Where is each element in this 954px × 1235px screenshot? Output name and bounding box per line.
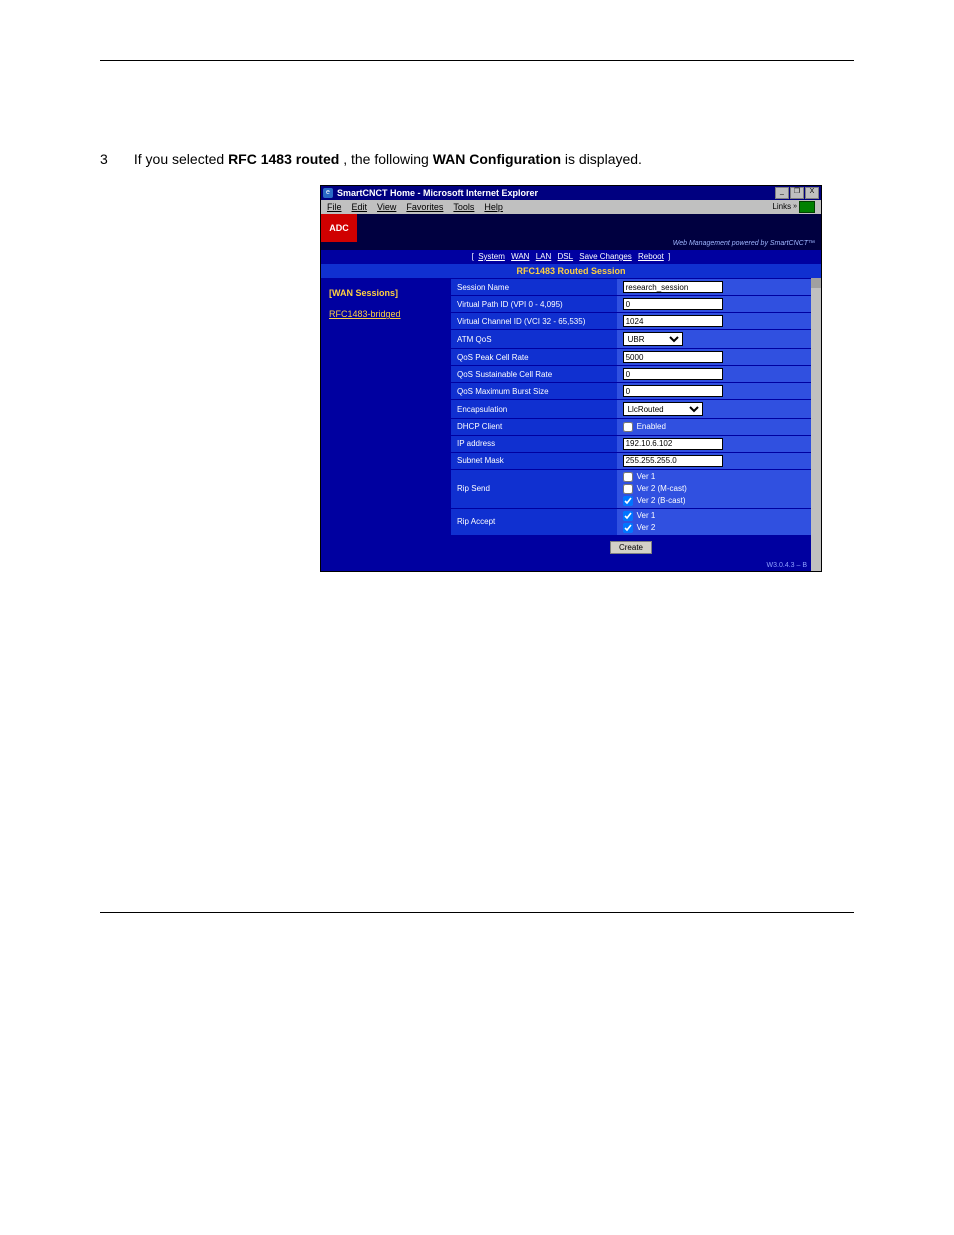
sidebar-sessions-head[interactable]: [WAN Sessions]: [329, 288, 443, 299]
input-subnet-mask[interactable]: [623, 455, 723, 467]
adc-logo: ADC: [321, 214, 357, 242]
caption-mid: , the following: [343, 151, 433, 167]
menu-edit[interactable]: Edit: [352, 202, 368, 213]
minimize-button[interactable]: _: [775, 187, 789, 199]
title-bar: e SmartCNCT Home - Microsoft Internet Ex…: [321, 186, 821, 200]
caption-bold1: RFC 1483 routed: [228, 151, 339, 167]
input-ip-address[interactable]: [623, 438, 723, 450]
checkbox-dhcp-enabled[interactable]: [623, 422, 633, 432]
checkbox-ripsend-v1[interactable]: [623, 472, 633, 482]
go-button[interactable]: [799, 201, 815, 213]
content-area: [WAN Sessions] RFC1483-bridged Session N…: [321, 278, 821, 571]
powered-by-label: Web Management powered by SmartCNCT™: [673, 240, 815, 248]
maximize-button[interactable]: ❐: [790, 187, 804, 199]
label-dhcp-client: DHCP Client: [451, 418, 617, 435]
label-peak-rate: QoS Peak Cell Rate: [451, 348, 617, 365]
step-number: 3: [100, 151, 130, 167]
input-peak-rate[interactable]: [623, 351, 723, 363]
menu-help[interactable]: Help: [484, 202, 503, 213]
tab-lan[interactable]: LAN: [536, 252, 552, 261]
tab-system[interactable]: System: [478, 252, 505, 261]
menu-file[interactable]: File: [327, 202, 342, 213]
ie-icon: e: [323, 188, 333, 198]
sidebar-session-link[interactable]: RFC1483-bridged: [329, 309, 443, 320]
input-vpi[interactable]: [623, 298, 723, 310]
select-atm-qos[interactable]: UBR: [623, 332, 683, 346]
top-nav: [ System WAN LAN DSL Save Changes Reboot…: [321, 250, 821, 264]
bottom-rule: [100, 912, 854, 913]
menu-view[interactable]: View: [377, 202, 396, 213]
label-session-name: Session Name: [451, 278, 617, 295]
label-dhcp-enabled: Enabled: [637, 422, 666, 432]
menu-tools[interactable]: Tools: [453, 202, 474, 213]
label-encapsulation: Encapsulation: [451, 399, 617, 418]
label-ip-address: IP address: [451, 435, 617, 452]
label-subnet-mask: Subnet Mask: [451, 452, 617, 469]
brand-bar: ADC Web Management powered by SmartCNCT™: [321, 214, 821, 250]
input-max-burst[interactable]: [623, 385, 723, 397]
caption-pre: If you selected: [134, 151, 228, 167]
label-max-burst: QoS Maximum Burst Size: [451, 382, 617, 399]
create-row: Create: [451, 535, 811, 562]
input-session-name[interactable]: [623, 281, 723, 293]
caption-bold2: WAN Configuration: [433, 151, 561, 167]
label-vpi: Virtual Path ID (VPI 0 - 4,095): [451, 295, 617, 312]
sidebar: [WAN Sessions] RFC1483-bridged: [321, 278, 451, 571]
section-title: RFC1483 Routed Session: [321, 264, 821, 279]
build-tag: W3.0.4.3 – B: [451, 562, 811, 571]
caption-post: is displayed.: [565, 151, 642, 167]
label-rip-accept: Rip Accept: [451, 508, 617, 535]
tab-wan[interactable]: WAN: [511, 252, 529, 261]
label-rip-send: Rip Send: [451, 469, 617, 508]
scrollbar-up-icon[interactable]: [811, 278, 821, 288]
select-encapsulation[interactable]: LlcRouted: [623, 402, 703, 416]
label-vci: Virtual Channel ID (VCI 32 - 65,535): [451, 312, 617, 329]
close-button[interactable]: X: [805, 187, 819, 199]
label-atm-qos: ATM QoS: [451, 329, 617, 348]
tab-dsl[interactable]: DSL: [558, 252, 574, 261]
checkbox-ripaccept-v1[interactable]: [623, 511, 633, 521]
top-rule: [100, 60, 854, 61]
scrollbar[interactable]: [811, 278, 821, 571]
checkbox-ripsend-v2b[interactable]: [623, 496, 633, 506]
checkbox-ripaccept-v2[interactable]: [623, 523, 633, 533]
form-panel: Session Name Virtual Path ID (VPI 0 - 4,…: [451, 278, 811, 571]
checkbox-ripsend-v2m[interactable]: [623, 484, 633, 494]
browser-window: e SmartCNCT Home - Microsoft Internet Ex…: [320, 185, 822, 572]
tab-save-changes[interactable]: Save Changes: [579, 252, 631, 261]
menu-bar: File Edit View Favorites Tools Help Link…: [321, 200, 821, 214]
links-button[interactable]: Links: [772, 202, 791, 212]
create-button[interactable]: Create: [610, 541, 652, 554]
window-controls: _ ❐ X: [775, 187, 819, 199]
window-title: SmartCNCT Home - Microsoft Internet Expl…: [337, 188, 771, 199]
tab-reboot[interactable]: Reboot: [638, 252, 664, 261]
label-sustain-rate: QoS Sustainable Cell Rate: [451, 365, 617, 382]
input-sustain-rate[interactable]: [623, 368, 723, 380]
figure-caption: 3 If you selected RFC 1483 routed , the …: [100, 151, 854, 167]
menu-favorites[interactable]: Favorites: [406, 202, 443, 213]
input-vci[interactable]: [623, 315, 723, 327]
